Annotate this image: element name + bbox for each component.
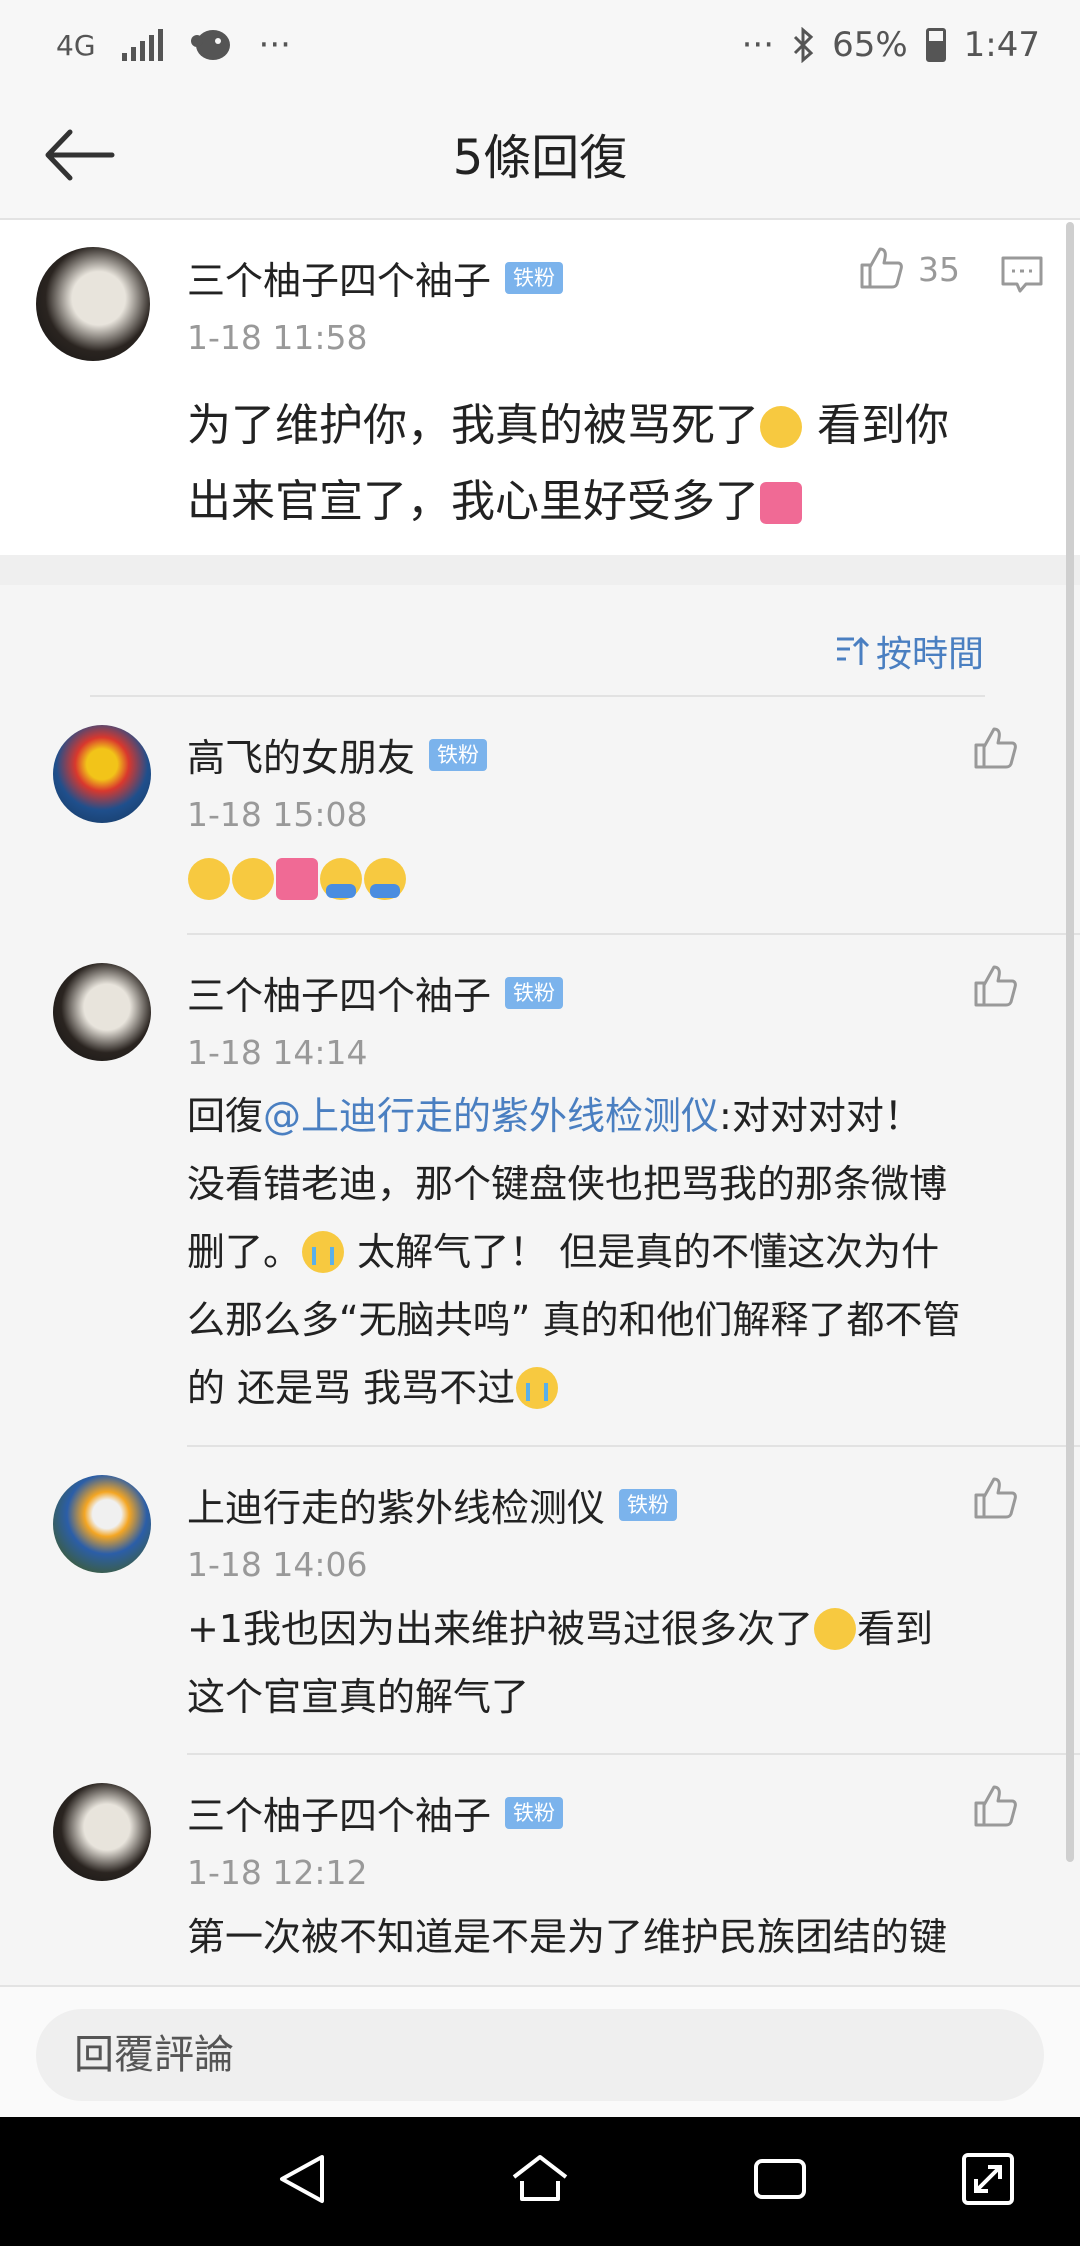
sort-toggle[interactable]: 按時間 xyxy=(834,625,984,677)
mention-link[interactable]: @上迪行走的紫外线检测仪 xyxy=(263,1094,719,1138)
reply-author[interactable]: 上迪行走的紫外线检测仪 铁粉 xyxy=(187,1477,678,1532)
nav-recents-icon[interactable] xyxy=(748,2147,812,2211)
fan-badge: 铁粉 xyxy=(619,1488,678,1521)
reply-text-line: +1我也因为出来维护被骂过很多次了 xyxy=(187,1607,814,1651)
header-bar: 5條回復 xyxy=(0,90,1080,220)
clock: 1:47 xyxy=(963,25,1040,65)
username-text: 上迪行走的紫外线检测仪 xyxy=(187,1486,606,1530)
username-text: 三个柚子四个袖子 xyxy=(187,259,492,303)
nav-expand-icon[interactable] xyxy=(956,2147,1020,2211)
like-count: 35 xyxy=(918,250,960,289)
avatar[interactable] xyxy=(53,1475,151,1573)
cry-emoji-icon xyxy=(302,1231,345,1273)
back-arrow-icon[interactable] xyxy=(40,120,120,190)
nav-home-icon[interactable] xyxy=(508,2147,572,2211)
comment-icon[interactable] xyxy=(1000,255,1044,295)
battery-icon xyxy=(925,28,946,62)
avatar[interactable] xyxy=(53,1783,151,1881)
app-notification-icon xyxy=(190,30,230,60)
reply-author[interactable]: 三个柚子四个袖子 铁粉 xyxy=(187,965,564,1020)
reply-text-line: 的 还是骂 我骂不过 xyxy=(187,1366,516,1410)
reply-time: 1-18 15:08 xyxy=(187,795,368,834)
status-bar: 4G ··· ··· 65% 1:47 xyxy=(0,0,1080,90)
bluetooth-icon xyxy=(794,27,814,63)
main-comment: 三个柚子四个袖子 铁粉 1-18 11:58 35 为了维护你，我真的被骂死了 … xyxy=(0,220,1080,555)
more-status-indicator: ··· xyxy=(741,25,775,65)
nav-back-icon[interactable] xyxy=(270,2147,334,2211)
page-title: 5條回復 xyxy=(452,130,628,186)
divider xyxy=(187,1753,1080,1755)
fan-badge: 铁粉 xyxy=(429,738,488,771)
reply-text-line: :对对对对！ xyxy=(719,1094,922,1138)
battery-percent: 65% xyxy=(832,25,908,65)
divider xyxy=(90,695,985,697)
fan-badge: 铁粉 xyxy=(505,1796,564,1829)
hug-emoji-icon xyxy=(364,858,406,900)
comment-text-line: 为了维护你，我真的被骂死了 xyxy=(187,400,759,451)
comment-text: 为了维护你，我真的被骂死了 看到你 出来官宣了，我心里好受多了 xyxy=(187,388,1047,540)
like-icon[interactable] xyxy=(972,1475,1018,1521)
like-icon[interactable] xyxy=(972,725,1018,771)
fan-badge: 铁粉 xyxy=(505,261,564,294)
section-divider xyxy=(0,555,1080,585)
reply-text-line: 看到 xyxy=(857,1607,934,1651)
reply-input-bar: 回覆評論 xyxy=(0,1985,1080,2119)
cry-emoji-icon xyxy=(516,1367,559,1409)
fan-badge: 铁粉 xyxy=(505,976,564,1009)
reply-time: 1-18 12:12 xyxy=(187,1853,368,1892)
reply-text-line: 这个官宣真的解气了 xyxy=(187,1675,530,1719)
reply-input[interactable]: 回覆評論 xyxy=(36,2009,1044,2101)
divider xyxy=(187,933,1080,935)
scrollbar[interactable] xyxy=(1066,222,1074,1862)
reply-time: 1-18 14:06 xyxy=(187,1545,368,1584)
signal-icon xyxy=(121,29,163,61)
reply-prefix: 回復 xyxy=(187,1094,264,1138)
comment-text-line: 出来官宣了，我心里好受多了 xyxy=(187,476,759,527)
smile-emoji-icon xyxy=(232,858,274,900)
reply-text-line: 没看错老迪，那个键盘侠也把骂我的那条微博 xyxy=(187,1162,948,1206)
hug-emoji-icon xyxy=(320,858,362,900)
system-navigation-bar xyxy=(0,2117,1080,2246)
username-text: 三个柚子四个袖子 xyxy=(187,1794,492,1838)
sad-emoji-icon xyxy=(760,406,802,448)
sort-label: 按時間 xyxy=(875,634,984,675)
reply-text: 第一次被不知道是不是为了维护民族团结的键 xyxy=(187,1903,1032,1971)
reply-time: 1-18 14:14 xyxy=(187,1033,368,1072)
reply-text-line: 太解气了！ 但是真的不懂这次为什 xyxy=(345,1230,940,1274)
reply-text-line: 删了。 xyxy=(187,1230,302,1274)
like-icon[interactable] xyxy=(972,963,1018,1009)
comment-author[interactable]: 三个柚子四个袖子 铁粉 xyxy=(187,250,564,305)
network-indicator: 4G xyxy=(56,28,96,62)
love-emoji-icon xyxy=(760,482,802,524)
divider xyxy=(187,1445,1080,1447)
replies-list: 按時間 高飞的女朋友 铁粉 1-18 15:08 三个柚子四个袖子 铁粉 1-1… xyxy=(0,585,1080,1985)
reply-text: +1我也因为出来维护被骂过很多次了 看到 这个官宣真的解气了 xyxy=(187,1595,1032,1731)
reply-text: 回復@上迪行走的紫外线检测仪:对对对对！ 没看错老迪，那个键盘侠也把骂我的那条微… xyxy=(187,1082,1032,1422)
reply-text xyxy=(187,845,1032,913)
like-icon[interactable] xyxy=(858,245,904,291)
heart-emoji-icon xyxy=(276,858,318,900)
reply-author[interactable]: 高飞的女朋友 铁粉 xyxy=(187,727,488,782)
reply-author[interactable]: 三个柚子四个袖子 铁粉 xyxy=(187,1785,564,1840)
comment-text-line: 看到你 xyxy=(803,400,949,451)
reply-text-line: 第一次被不知道是不是为了维护民族团结的键 xyxy=(187,1915,948,1959)
avatar[interactable] xyxy=(53,725,151,823)
username-text: 高飞的女朋友 xyxy=(187,736,416,780)
like-icon[interactable] xyxy=(972,1783,1018,1829)
doge-emoji-icon xyxy=(814,1608,857,1650)
more-notifications-indicator: ··· xyxy=(258,25,291,65)
avatar[interactable] xyxy=(53,963,151,1061)
smile-emoji-icon xyxy=(188,858,230,900)
reply-text-line: 么那么多“无脑共鸣” 真的和他们解释了都不管 xyxy=(187,1298,961,1342)
username-text: 三个柚子四个袖子 xyxy=(187,974,492,1018)
sort-icon xyxy=(836,636,870,665)
comment-time: 1-18 11:58 xyxy=(187,318,368,357)
avatar[interactable] xyxy=(36,247,150,361)
